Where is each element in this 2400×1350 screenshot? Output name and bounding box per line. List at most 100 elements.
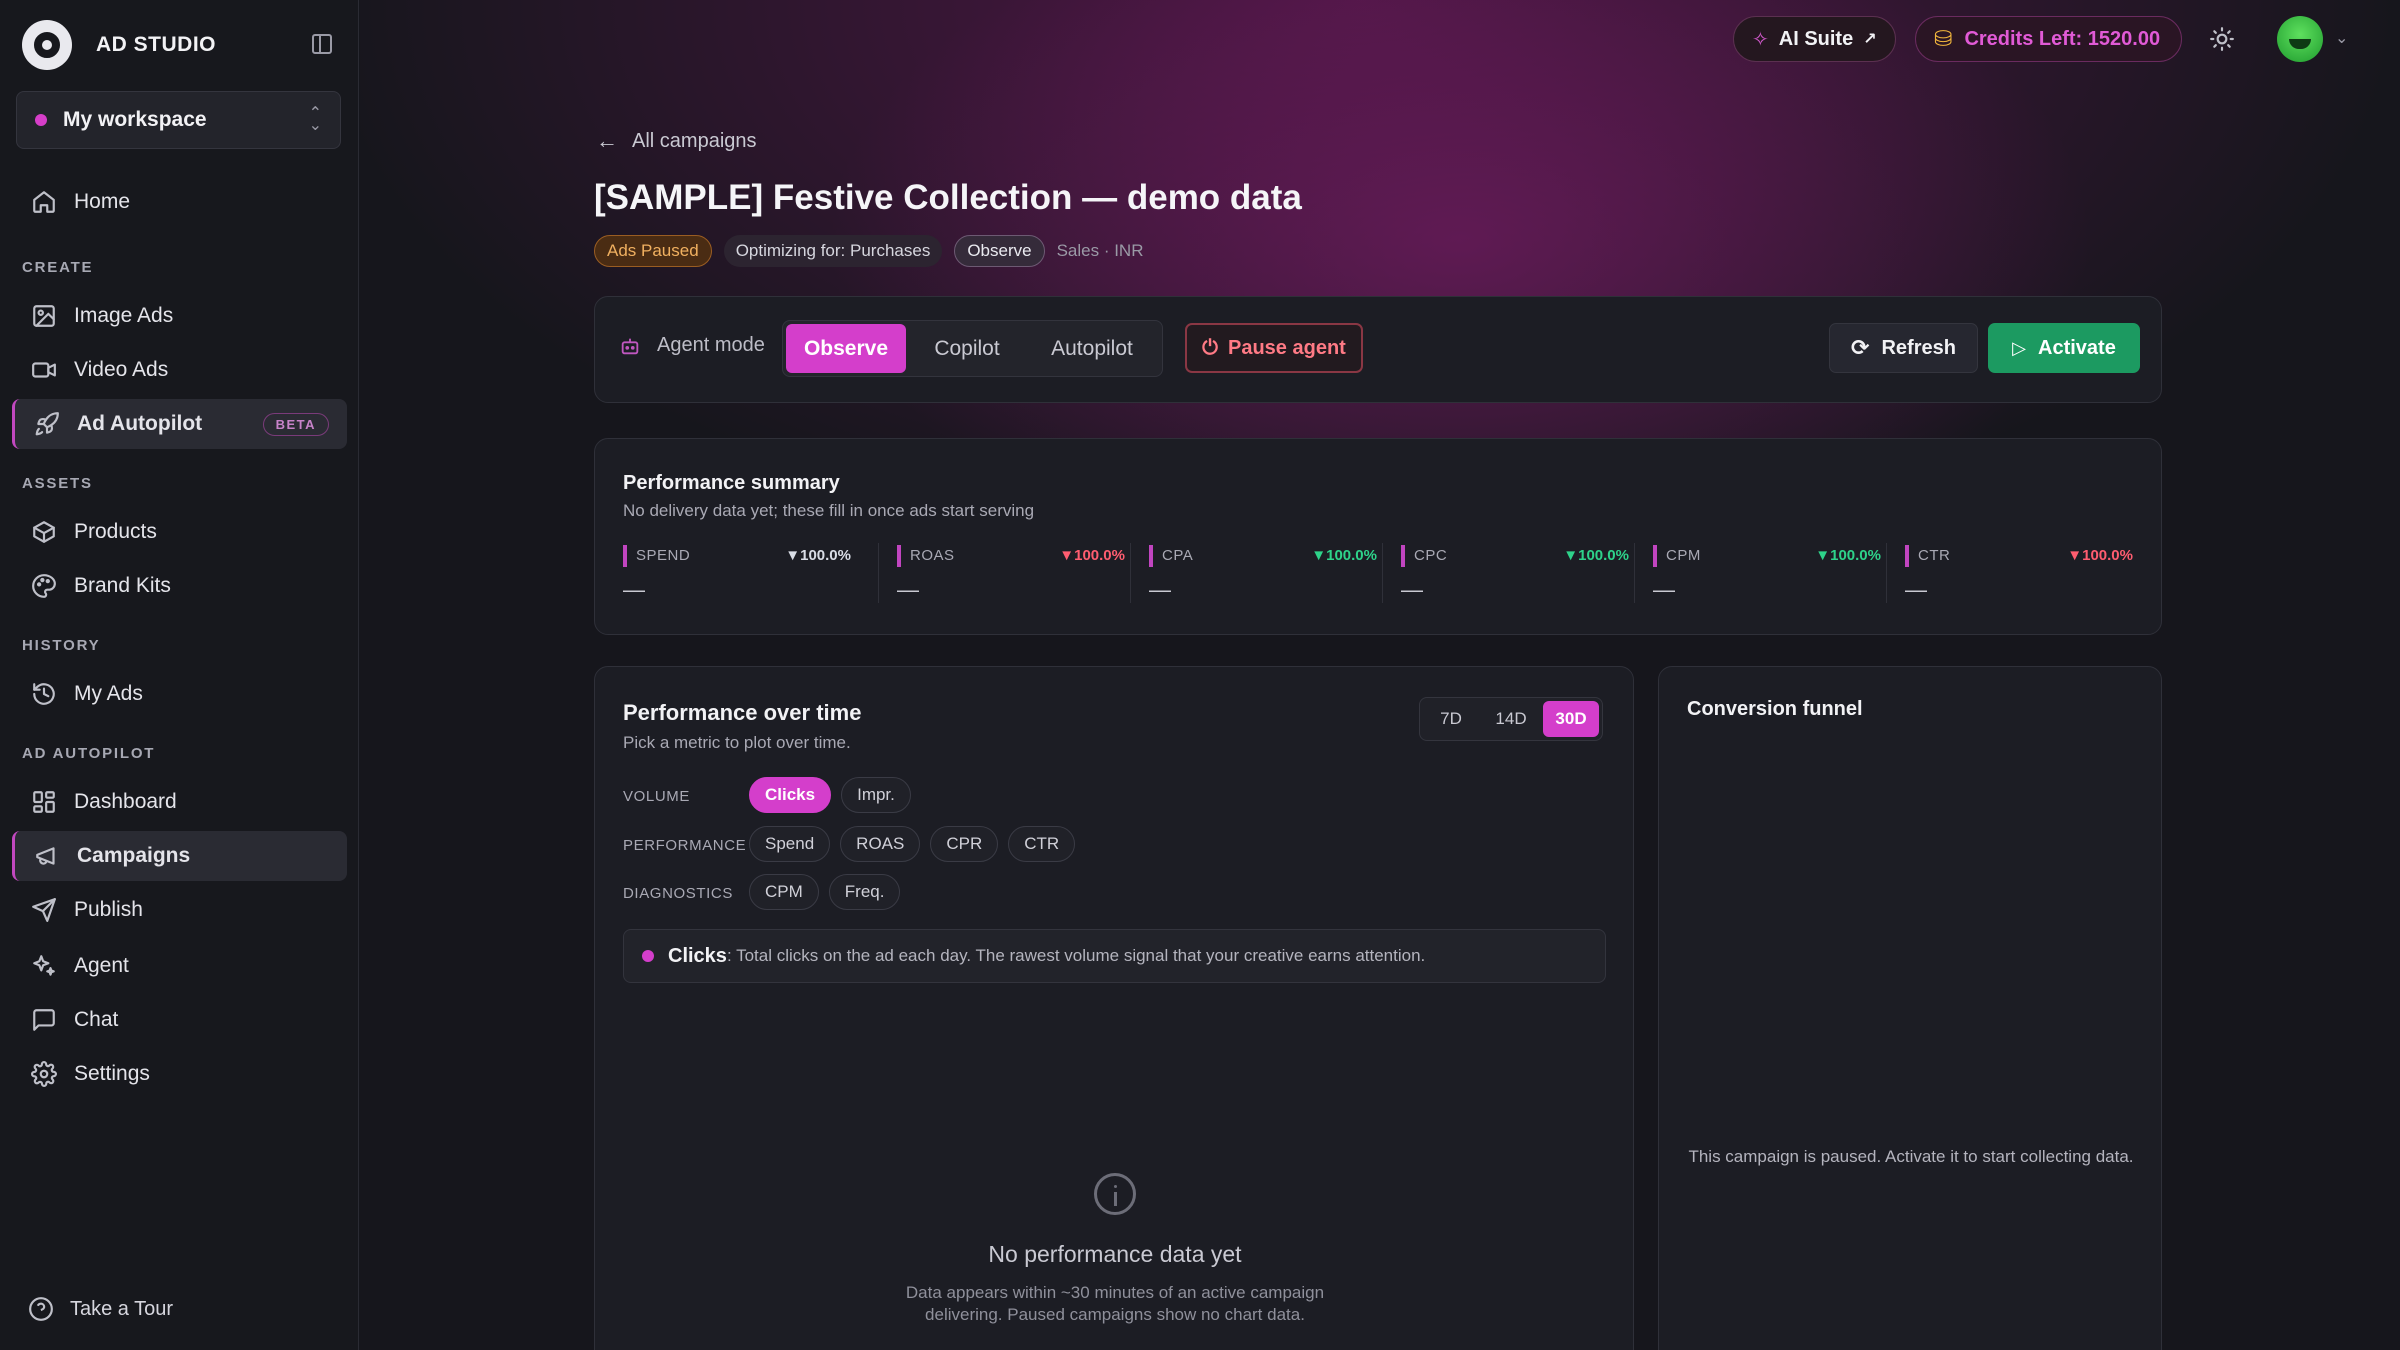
sidebar-item-settings[interactable]: Settings <box>12 1049 347 1099</box>
conversion-funnel-title: Conversion funnel <box>1687 698 1863 720</box>
agent-mode-copilot[interactable]: Copilot <box>906 324 1028 373</box>
ai-suite-label: AI Suite <box>1778 27 1854 50</box>
metric-value: — <box>897 577 919 602</box>
sidebar-item-label: Agent <box>74 954 129 977</box>
empty-state-line-2: delivering. Paused campaigns show no cha… <box>925 1305 1305 1324</box>
bot-icon <box>621 338 639 354</box>
metric-name: ROAS <box>910 547 955 564</box>
range-7d[interactable]: 7D <box>1423 701 1479 737</box>
chip-cpm[interactable]: CPM <box>749 874 819 910</box>
metric-delta: ▼100.0% <box>1059 547 1125 564</box>
metric-cpa: CPA ▼100.0% — <box>1149 543 1377 609</box>
power-icon: ⏻ <box>1202 336 1218 359</box>
status-badge: Ads Paused <box>594 235 712 267</box>
metric-description-name: Clicks <box>668 944 727 967</box>
sidebar-item-my-ads[interactable]: My Ads <box>12 669 347 719</box>
empty-state: No performance data yet Data appears wit… <box>595 1173 1635 1326</box>
sidebar-item-label: Ad Autopilot <box>77 412 203 435</box>
metric-delta: ▼100.0% <box>1815 547 1881 564</box>
brand[interactable]: AD STUDIO <box>22 20 216 70</box>
sidebar-item-image-ads[interactable]: Image Ads <box>12 291 347 341</box>
agent-mode-switch: Observe Copilot Autopilot <box>782 320 1163 377</box>
performance-over-time-card: Performance over time Pick a metric to p… <box>594 666 1634 1350</box>
brand-name: AD STUDIO <box>96 33 216 56</box>
metric-name: SPEND <box>636 547 691 564</box>
sidebar-item-chat[interactable]: Chat <box>12 995 347 1045</box>
campaign-meta: Sales · INR <box>1056 241 1144 260</box>
avatar[interactable] <box>2277 16 2323 62</box>
sidebar-item-dashboard[interactable]: Dashboard <box>12 777 347 827</box>
send-icon <box>30 896 58 924</box>
sidebar-item-ad-autopilot[interactable]: Ad Autopilot BETA <box>12 399 347 449</box>
chip-clicks[interactable]: Clicks <box>749 777 832 813</box>
chevron-down-icon[interactable]: ⌄ <box>2335 28 2348 48</box>
sidebar-item-label: Settings <box>74 1062 150 1085</box>
chip-roas[interactable]: ROAS <box>840 826 921 862</box>
performance-summary-card: Performance summary No delivery data yet… <box>594 438 2162 635</box>
chip-impressions[interactable]: Impr. <box>841 777 911 813</box>
sidebar-item-label: Chat <box>74 1008 119 1031</box>
arrow-left-icon: ← <box>596 128 618 153</box>
sidebar-item-video-ads[interactable]: Video Ads <box>12 345 347 395</box>
activate-button[interactable]: ▷ Activate <box>1988 323 2140 373</box>
chip-ctr[interactable]: CTR <box>1008 826 1076 862</box>
metric-delta: ▼100.0% <box>2067 547 2133 564</box>
coins-icon: ⛁ <box>1934 26 1953 51</box>
pause-agent-button[interactable]: ⏻ Pause agent <box>1185 323 1363 373</box>
refresh-button[interactable]: ⟳ Refresh <box>1829 323 1978 373</box>
take-a-tour-label: Take a Tour <box>70 1297 174 1320</box>
mode-badge: Observe <box>954 235 1045 267</box>
metric-dot <box>642 950 654 962</box>
back-to-campaigns-link[interactable]: ← All campaigns <box>596 128 757 154</box>
metric-delta: ▼100.0% <box>1563 547 1629 564</box>
metric-name: CTR <box>1918 547 1951 564</box>
back-link-label: All campaigns <box>632 129 757 152</box>
chip-cpr[interactable]: CPR <box>930 826 999 862</box>
metric-name: CPC <box>1414 547 1448 564</box>
take-a-tour-link[interactable]: Take a Tour <box>28 1296 173 1322</box>
package-icon <box>30 518 58 546</box>
sidebar-item-home[interactable]: Home <box>12 177 347 227</box>
metric-value: — <box>1905 577 1927 602</box>
workspace-dot <box>35 114 47 126</box>
sidebar-item-brand-kits[interactable]: Brand Kits <box>12 561 347 611</box>
diagnostics-chips: CPM Freq. <box>749 874 901 910</box>
sidebar-item-label: Campaigns <box>77 844 191 867</box>
chat-icon <box>30 1006 58 1034</box>
chip-frequency[interactable]: Freq. <box>828 874 901 910</box>
workspace-selector[interactable]: My workspace ⌃ ⌄ <box>16 91 341 149</box>
pause-agent-label: Pause agent <box>1228 336 1346 359</box>
main-content: ✧ AI Suite ↗ ⛁ Credits Left: 1520.00 ⌄ ←… <box>360 0 2400 1350</box>
sidebar-collapse-icon[interactable] <box>312 34 332 54</box>
sidebar-item-products[interactable]: Products <box>12 507 347 557</box>
help-circle-icon <box>29 1297 53 1321</box>
metric-description-text: : Total clicks on the ad each day. The r… <box>726 946 1426 965</box>
ai-suite-button[interactable]: ✧ AI Suite ↗ <box>1733 16 1896 62</box>
sun-icon[interactable] <box>2209 26 2235 52</box>
megaphone-icon <box>33 842 61 870</box>
external-link-icon: ↗ <box>1863 31 1877 48</box>
refresh-label: Refresh <box>1881 336 1956 359</box>
agent-mode-autopilot[interactable]: Autopilot <box>1028 324 1156 373</box>
sidebar-item-agent[interactable]: Agent <box>12 941 347 991</box>
history-icon <box>30 680 58 708</box>
gear-icon <box>30 1060 58 1088</box>
sidebar-item-campaigns[interactable]: Campaigns <box>12 831 347 881</box>
empty-state-title: No performance data yet <box>988 1241 1242 1267</box>
chip-spend[interactable]: Spend <box>749 826 831 862</box>
credits-button[interactable]: ⛁ Credits Left: 1520.00 <box>1915 16 2182 62</box>
volume-chips: Clicks Impr. <box>749 777 911 813</box>
sidebar-item-label: Publish <box>74 898 143 921</box>
optimizing-badge: Optimizing for: Purchases <box>723 235 943 267</box>
beta-badge: BETA <box>262 412 329 436</box>
sidebar-item-publish[interactable]: Publish <box>12 885 347 935</box>
metric-name: CPA <box>1162 547 1194 564</box>
workspace-label: My workspace <box>63 108 207 131</box>
home-icon <box>30 188 58 216</box>
sidebar-item-label: Video Ads <box>74 358 169 381</box>
metric-name: CPM <box>1666 547 1701 564</box>
range-14d[interactable]: 14D <box>1483 701 1539 737</box>
range-30d[interactable]: 30D <box>1543 701 1599 737</box>
agent-mode-observe[interactable]: Observe <box>786 324 906 373</box>
sidebar: AD STUDIO My workspace ⌃ ⌄ Home CREATE Im… <box>0 0 359 1350</box>
